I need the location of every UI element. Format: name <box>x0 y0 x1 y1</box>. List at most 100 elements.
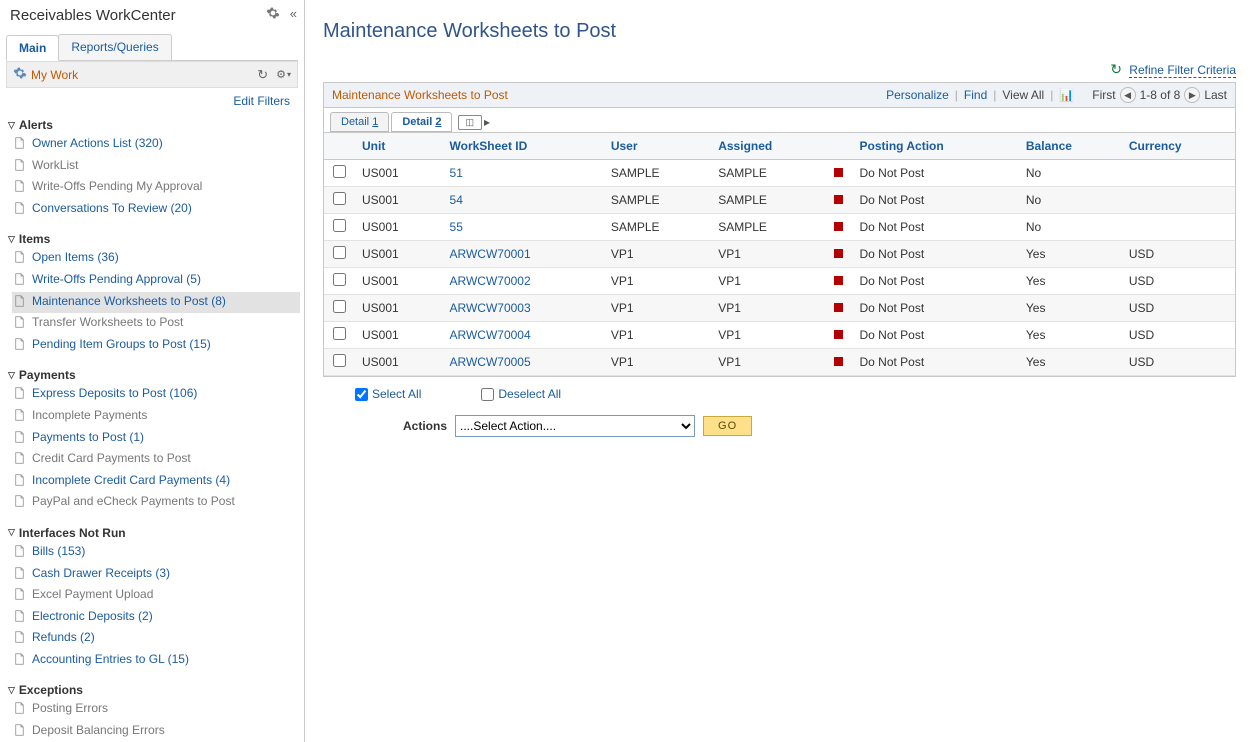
select-all[interactable]: Select All <box>355 387 421 401</box>
gear-icon[interactable] <box>266 6 280 24</box>
tab-main[interactable]: Main <box>6 35 59 61</box>
sidebar-item-link[interactable]: Pending Item Groups to Post (15) <box>32 337 211 353</box>
col-worksheet-id[interactable]: WorkSheet ID <box>442 133 603 160</box>
col-balance[interactable]: Balance <box>1018 133 1121 160</box>
deselect-all-checkbox[interactable] <box>481 388 494 401</box>
section-header-items[interactable]: ▽Items <box>4 230 300 248</box>
sidebar-item[interactable]: Refunds (2) <box>12 628 300 650</box>
find-link[interactable]: Find <box>964 88 987 102</box>
sidebar-item[interactable]: PayPal and eCheck Payments to Post <box>12 492 300 514</box>
next-page-icon[interactable]: ▶ <box>1184 87 1200 103</box>
mywork-label[interactable]: My Work <box>31 68 78 82</box>
sidebar-item[interactable]: Incomplete Payments <box>12 406 300 428</box>
section-header-alerts[interactable]: ▽Alerts <box>4 116 300 134</box>
tab-detail-1[interactable]: Detail 1 <box>330 112 389 132</box>
expand-icon[interactable]: ▸ <box>484 115 490 129</box>
go-button[interactable]: GO <box>703 416 752 436</box>
row-checkbox[interactable] <box>333 354 346 367</box>
worksheet-id-link[interactable]: ARWCW70003 <box>450 301 531 315</box>
last-link[interactable]: Last <box>1204 88 1227 102</box>
sidebar-item[interactable]: Accounting Entries to GL (15) <box>12 650 300 672</box>
section-header-interfaces[interactable]: ▽Interfaces Not Run <box>4 524 300 542</box>
sidebar-item[interactable]: Transfer Worksheets to Post <box>12 313 300 335</box>
worksheet-id-link[interactable]: ARWCW70005 <box>450 355 531 369</box>
show-all-columns-icon[interactable]: ◫ <box>458 115 482 130</box>
sidebar-item[interactable]: WorkList <box>12 156 300 178</box>
section-header-payments[interactable]: ▽Payments <box>4 366 300 384</box>
row-checkbox[interactable] <box>333 300 346 313</box>
sidebar-item[interactable]: Write-Offs Pending Approval (5) <box>12 270 300 292</box>
sidebar-item[interactable]: Cash Drawer Receipts (3) <box>12 564 300 586</box>
sidebar-item-link[interactable]: Transfer Worksheets to Post <box>32 315 183 331</box>
prev-page-icon[interactable]: ◀ <box>1120 87 1136 103</box>
sidebar-item[interactable]: Owner Actions List (320) <box>12 134 300 156</box>
deselect-all[interactable]: Deselect All <box>481 387 561 401</box>
sidebar-item-link[interactable]: Conversations To Review (20) <box>32 201 192 217</box>
sidebar-item[interactable]: Payments to Post (1) <box>12 428 300 450</box>
col-assigned[interactable]: Assigned <box>710 133 826 160</box>
sidebar-item-link[interactable]: PayPal and eCheck Payments to Post <box>32 494 235 510</box>
personalize-link[interactable]: Personalize <box>886 88 949 102</box>
sidebar-item-link[interactable]: Accounting Entries to GL (15) <box>32 652 189 668</box>
sidebar-item-link[interactable]: WorkList <box>32 158 78 174</box>
download-icon[interactable]: 📊 <box>1059 88 1074 102</box>
settings-dropdown-icon[interactable]: ⚙▾ <box>276 68 291 81</box>
col-posting-action[interactable]: Posting Action <box>851 133 1017 160</box>
sidebar-item-link[interactable]: Incomplete Credit Card Payments (4) <box>32 473 230 489</box>
sidebar-item-link[interactable]: Write-Offs Pending My Approval <box>32 179 202 195</box>
worksheet-id-link[interactable]: 51 <box>450 166 463 180</box>
refresh-icon[interactable]: ↻ <box>257 67 268 83</box>
sidebar-item-link[interactable]: Cash Drawer Receipts (3) <box>32 566 170 582</box>
sidebar-item-link[interactable]: Write-Offs Pending Approval (5) <box>32 272 201 288</box>
row-checkbox[interactable] <box>333 327 346 340</box>
sidebar-item-link[interactable]: Incomplete Payments <box>32 408 147 424</box>
sidebar-item[interactable]: Credit Card Payments to Post <box>12 449 300 471</box>
actions-select[interactable]: ....Select Action.... <box>455 415 695 437</box>
sidebar-item-link[interactable]: Refunds (2) <box>32 630 95 646</box>
sidebar-item[interactable]: Pending Item Groups to Post (15) <box>12 335 300 357</box>
sidebar-item[interactable]: Deposit Balancing Errors <box>12 721 300 742</box>
sidebar-item[interactable]: Incomplete Credit Card Payments (4) <box>12 471 300 493</box>
collapse-icon[interactable]: « <box>290 6 294 24</box>
select-all-checkbox[interactable] <box>355 388 368 401</box>
row-checkbox[interactable] <box>333 165 346 178</box>
sidebar-item[interactable]: Express Deposits to Post (106) <box>12 384 300 406</box>
tab-detail-2[interactable]: Detail 2 <box>391 112 452 132</box>
row-checkbox[interactable] <box>333 273 346 286</box>
sidebar-item-link[interactable]: Bills (153) <box>32 544 85 560</box>
sidebar-item[interactable]: Excel Payment Upload <box>12 585 300 607</box>
sidebar-item[interactable]: Electronic Deposits (2) <box>12 607 300 629</box>
sidebar-item-link[interactable]: Credit Card Payments to Post <box>32 451 191 467</box>
col-currency[interactable]: Currency <box>1121 133 1235 160</box>
sidebar-item-link[interactable]: Open Items (36) <box>32 250 119 266</box>
col-user[interactable]: User <box>603 133 710 160</box>
refresh-icon[interactable]: ↻ <box>1110 61 1122 77</box>
col-unit[interactable]: Unit <box>354 133 442 160</box>
section-header-exceptions[interactable]: ▽Exceptions <box>4 681 300 699</box>
sidebar-item-link[interactable]: Express Deposits to Post (106) <box>32 386 197 402</box>
row-checkbox[interactable] <box>333 192 346 205</box>
worksheet-id-link[interactable]: ARWCW70002 <box>450 274 531 288</box>
sidebar-item[interactable]: Conversations To Review (20) <box>12 199 300 221</box>
sidebar-item[interactable]: Bills (153) <box>12 542 300 564</box>
sidebar-item-link[interactable]: Maintenance Worksheets to Post (8) <box>32 294 226 310</box>
row-checkbox[interactable] <box>333 219 346 232</box>
worksheet-id-link[interactable]: 55 <box>450 220 463 234</box>
edit-filters-link[interactable]: Edit Filters <box>233 94 290 108</box>
first-link[interactable]: First <box>1092 88 1115 102</box>
row-checkbox[interactable] <box>333 246 346 259</box>
sidebar-item-link[interactable]: Deposit Balancing Errors <box>32 723 165 739</box>
refine-filter-link[interactable]: Refine Filter Criteria <box>1129 63 1236 78</box>
sidebar-item-link[interactable]: Payments to Post (1) <box>32 430 144 446</box>
sidebar-item-link[interactable]: Electronic Deposits (2) <box>32 609 153 625</box>
worksheet-id-link[interactable]: 54 <box>450 193 463 207</box>
sidebar-item-link[interactable]: Posting Errors <box>32 701 108 717</box>
sidebar-item[interactable]: Open Items (36) <box>12 248 300 270</box>
sidebar-item-link[interactable]: Owner Actions List (320) <box>32 136 163 152</box>
worksheet-id-link[interactable]: ARWCW70004 <box>450 328 531 342</box>
sidebar-item[interactable]: Posting Errors <box>12 699 300 721</box>
sidebar-item-link[interactable]: Excel Payment Upload <box>32 587 153 603</box>
worksheet-id-link[interactable]: ARWCW70001 <box>450 247 531 261</box>
view-all-link[interactable]: View All <box>1002 88 1044 102</box>
sidebar-item[interactable]: Write-Offs Pending My Approval <box>12 177 300 199</box>
